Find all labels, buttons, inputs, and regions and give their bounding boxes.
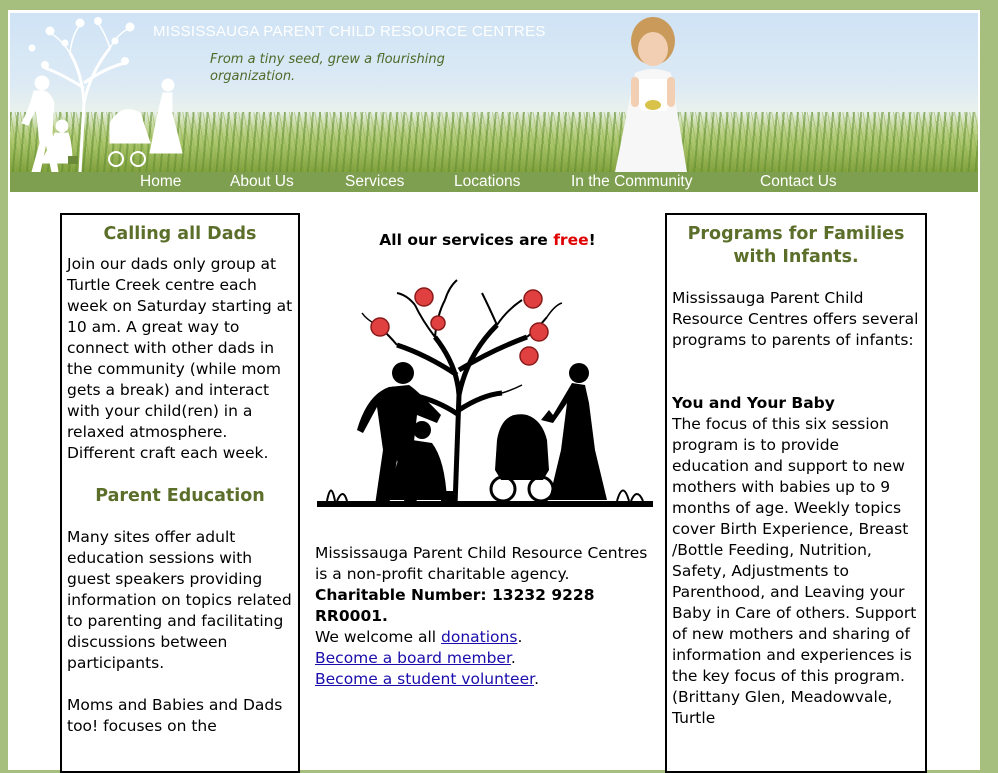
donations-period: . [517,628,523,646]
main-nav: Home About Us Services Locations In the … [10,172,978,192]
nav-contact-us[interactable]: Contact Us [760,172,837,192]
nav-services[interactable]: Services [345,172,404,192]
header-banner: MISSISSAUGA PARENT CHILD RESOURCE CENTRE… [10,13,978,172]
parent-education-paragraph: Many sites offer adult education session… [67,528,292,672]
welcome-text: We welcome all [315,628,442,646]
infant-programs-heading: Programs for Families with Infants. [687,224,905,267]
infant-programs-intro: Mississauga Parent Child Resource Centre… [672,289,919,349]
board-line: Become a board member. [315,648,660,669]
nav-locations[interactable]: Locations [454,172,520,192]
free-services-banner: All our services are free! [315,230,660,251]
left-sidebar-box: Calling all Dads Join our dads only grou… [60,213,300,773]
you-and-your-baby-title: You and Your Baby [672,394,835,412]
dads-heading: Calling all Dads [103,224,257,244]
family-silhouette-image [317,279,653,507]
volunteer-period: . [534,670,539,688]
volunteer-line: Become a student volunteer. [315,669,660,690]
page-container: MISSISSAUGA PARENT CHILD RESOURCE CENTRE… [8,10,980,773]
you-and-your-baby-text: The focus of this six session program is… [672,415,917,727]
board-member-link[interactable]: Become a board member [315,649,511,667]
moms-babies-paragraph: Moms and Babies and Dads too! focuses on… [67,696,283,735]
nav-about-us[interactable]: About Us [230,172,294,192]
donations-link[interactable]: donations [441,628,517,646]
site-tagline: From a tiny seed, grew a flourishing org… [210,52,445,84]
parent-education-heading: Parent Education [95,486,265,506]
nav-in-the-community[interactable]: In the Community [571,172,692,192]
child-photo [615,17,687,172]
free-prefix: All our services are [379,231,554,249]
dads-paragraph: Join our dads only group at Turtle Creek… [67,255,293,462]
nav-home[interactable]: Home [140,172,181,192]
free-word: free [553,231,589,249]
charity-number: Charitable Number: 13232 9228 RR0001. [315,586,595,625]
right-sidebar-box: Programs for Families with Infants. Miss… [665,213,927,773]
student-volunteer-link[interactable]: Become a student volunteer [315,670,534,688]
board-period: . [510,649,516,667]
free-suffix: ! [588,231,596,249]
charity-description: Mississauga Parent Child Resource Centre… [315,544,648,583]
site-title: MISSISSAUGA PARENT CHILD RESOURCE CENTRE… [153,23,546,40]
donations-line: We welcome all donations. [315,627,660,648]
